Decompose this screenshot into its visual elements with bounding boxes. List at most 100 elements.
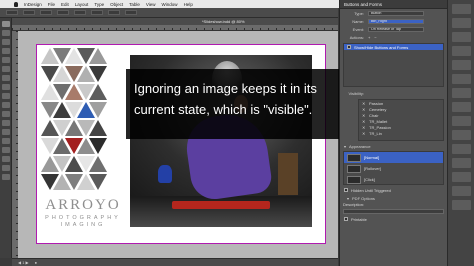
rectangle-frame-tool-icon[interactable] (2, 93, 10, 99)
visibility-item-label: TR_Passion (369, 124, 391, 130)
preflight-indicator-icon[interactable]: ● (35, 260, 37, 265)
control-field[interactable] (108, 10, 120, 15)
description-field[interactable] (343, 209, 444, 214)
ignore-icon[interactable]: ✕ (362, 131, 366, 136)
printable-row[interactable]: Printable (340, 215, 447, 223)
photo-vase (158, 165, 172, 183)
ignore-icon[interactable]: ✕ (362, 125, 366, 130)
menu-item-type[interactable]: Type (94, 2, 104, 7)
effects-panel-icon[interactable] (452, 74, 471, 84)
object-states-panel-icon[interactable] (452, 172, 471, 182)
pen-tool-icon[interactable] (2, 75, 10, 81)
control-field[interactable] (23, 10, 35, 15)
align-panel-icon[interactable] (452, 102, 471, 112)
menu-item-view[interactable]: View (146, 2, 156, 7)
chevron-down-icon: ▾ (344, 144, 347, 149)
remove-action-button[interactable]: − (374, 35, 376, 40)
action-checkbox[interactable] (347, 45, 351, 49)
zoom-tool-icon[interactable] (2, 165, 10, 171)
timing-panel-icon[interactable] (452, 144, 471, 154)
control-field[interactable] (91, 10, 103, 15)
state-normal[interactable]: [Normal] (344, 152, 443, 163)
media-panel-icon[interactable] (452, 116, 471, 126)
line-tool-icon[interactable] (2, 66, 10, 72)
ignore-icon[interactable]: ✕ (362, 101, 366, 106)
preview-panel-icon[interactable] (452, 158, 471, 168)
ignore-icon[interactable]: ✕ (362, 107, 366, 112)
menu-item-edit[interactable]: Edit (61, 2, 69, 7)
page-navigation[interactable]: ◀ 1 ▶ (18, 260, 29, 265)
chevron-down-icon: ▾ (347, 196, 350, 201)
free-transform-tool-icon[interactable] (2, 120, 10, 126)
pages-panel-icon[interactable] (452, 4, 471, 14)
apple-icon[interactable] (14, 1, 18, 7)
menu-item-layout[interactable]: Layout (75, 2, 89, 7)
menu-item-app[interactable]: InDesign (24, 2, 42, 7)
state-rollover-label: [Rollover] (364, 166, 381, 171)
visibility-item-label: Chair (369, 112, 379, 118)
state-click-label: [Click] (364, 177, 375, 182)
pdf-options-header[interactable]: ▾ PDF Options (343, 195, 444, 202)
menu-item-help[interactable]: Help (184, 2, 193, 7)
appearance-section[interactable]: ▾ Appearance (340, 143, 447, 150)
direct-selection-tool-icon[interactable] (2, 30, 10, 36)
printable-checkbox[interactable] (344, 217, 348, 221)
visibility-item-label: Passion (369, 100, 384, 106)
links-panel-icon[interactable] (452, 32, 471, 42)
control-field[interactable] (40, 10, 52, 15)
note-tool-icon[interactable] (2, 138, 10, 144)
control-field[interactable] (125, 10, 137, 15)
event-select[interactable]: On Release or Tap (368, 26, 424, 32)
ignore-icon[interactable]: ✕ (362, 113, 366, 118)
gradient-tool-icon[interactable] (2, 129, 10, 135)
scissors-tool-icon[interactable] (2, 111, 10, 117)
visibility-item-label: TR_Mallet (369, 118, 388, 124)
printable-label: Printable (351, 216, 367, 222)
action-item[interactable]: Show/Hide Buttons and Forms (344, 44, 443, 50)
state-rollover[interactable]: [Rollover] (344, 163, 443, 174)
document-tab[interactable]: *Slideshow.indd @ 80% (12, 18, 338, 25)
page-tool-icon[interactable] (2, 39, 10, 45)
pencil-tool-icon[interactable] (2, 84, 10, 90)
menu-item-table[interactable]: Table (129, 2, 140, 7)
text-wrap-panel-icon[interactable] (452, 88, 471, 98)
appearance-states: [Normal] [Rollover] [Click] (343, 151, 444, 185)
selection-tool-icon[interactable] (2, 21, 10, 27)
visibility-item-label: Cemetery (369, 106, 387, 112)
add-action-button[interactable]: + (368, 35, 370, 40)
control-field[interactable] (74, 10, 86, 15)
eyedropper-tool-icon[interactable] (2, 147, 10, 153)
visibility-item[interactable]: ✕ TR_Lin (359, 130, 443, 136)
name-field[interactable]: Btn_Right (368, 18, 424, 24)
type-select[interactable]: Button (368, 10, 424, 16)
control-field[interactable] (57, 10, 69, 15)
control-field[interactable] (6, 10, 18, 15)
hidden-until-triggered-checkbox[interactable] (344, 188, 348, 192)
fill-stroke-icon[interactable] (2, 174, 10, 180)
animation-panel-icon[interactable] (452, 130, 471, 140)
menu-item-window[interactable]: Window (162, 2, 178, 7)
rectangle-tool-icon[interactable] (2, 102, 10, 108)
tools-panel (0, 18, 12, 258)
ignore-icon[interactable]: ✕ (362, 119, 366, 124)
state-thumbnail (347, 164, 361, 173)
tutorial-caption: Ignoring an image keeps it in its curren… (126, 69, 358, 139)
hidden-until-triggered-row[interactable]: Hidden Until Triggered (340, 186, 447, 194)
buttons-panel-icon[interactable] (452, 200, 471, 210)
layers-panel-icon[interactable] (452, 18, 471, 28)
hand-tool-icon[interactable] (2, 156, 10, 162)
type-tool-icon[interactable] (2, 57, 10, 63)
actions-label: Actions: (349, 34, 364, 40)
swatches-panel-icon[interactable] (452, 60, 471, 70)
menu-item-object[interactable]: Object (110, 2, 123, 7)
stroke-panel-icon[interactable] (452, 46, 471, 56)
visibility-item-label: TR_Lin (369, 130, 382, 136)
menu-item-file[interactable]: File (48, 2, 55, 7)
hyperlinks-panel-icon[interactable] (452, 186, 471, 196)
actions-list: Show/Hide Buttons and Forms (343, 43, 444, 87)
gap-tool-icon[interactable] (2, 48, 10, 54)
pdf-options-label: PDF Options (352, 196, 375, 201)
visibility-row: Visibility: (340, 89, 447, 97)
panel-title[interactable]: Buttons and Forms (340, 0, 447, 9)
state-click[interactable]: [Click] (344, 174, 443, 185)
